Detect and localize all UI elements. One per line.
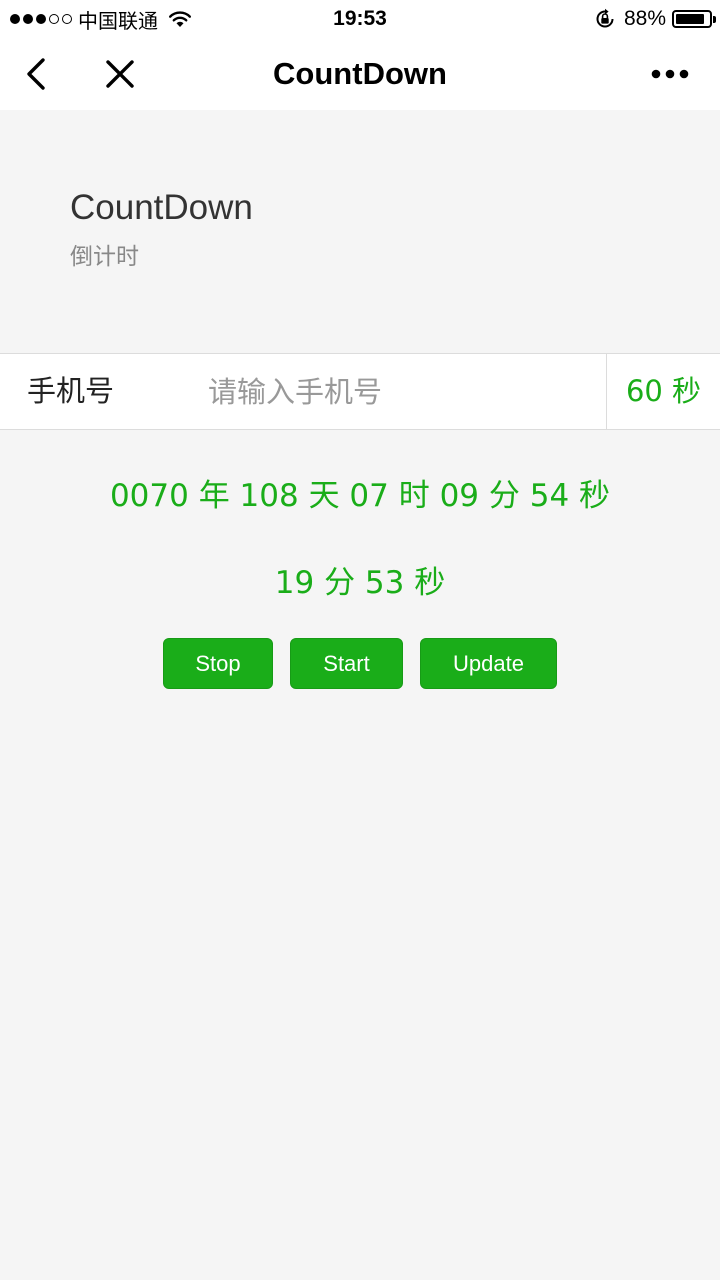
status-right: 88% [594,5,716,33]
close-icon [106,60,134,88]
page-title: CountDown [70,188,253,227]
phone-label: 手机号 [27,374,115,408]
countdown-short: 19 分 53 秒 [274,565,446,601]
page-description: 倒计时 [70,244,139,270]
more-button[interactable] [642,38,698,110]
battery-percent: 88% [623,7,666,30]
phone-input[interactable] [208,368,588,416]
phone-input-cell: 手机号 60 秒 [0,353,720,430]
countdown-long: 0070 年 108 天 07 时 09 分 54 秒 [109,478,611,514]
send-code-countdown-button[interactable]: 60 秒 [607,354,720,429]
battery-level-fill [676,14,705,24]
navigation-bar: CountDown [0,38,720,110]
start-button[interactable]: Start [290,638,403,689]
back-button[interactable] [14,38,58,110]
close-button[interactable] [98,38,142,110]
battery-tip [713,16,716,23]
stop-button[interactable]: Stop [163,638,273,689]
more-dots-icon [651,69,689,79]
page-header: CountDown 倒计时 [70,186,253,272]
rotation-lock-icon [596,8,614,28]
chevron-left-icon [27,58,45,90]
update-button[interactable]: Update [420,638,557,689]
battery-icon [672,10,716,28]
status-bar: 中国联通 19:53 88% [0,0,720,38]
